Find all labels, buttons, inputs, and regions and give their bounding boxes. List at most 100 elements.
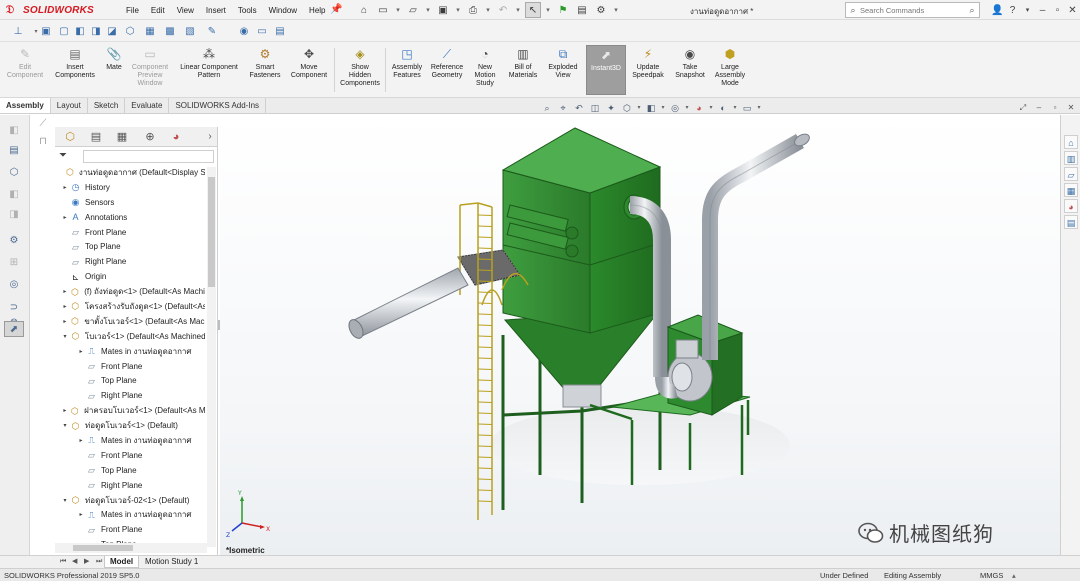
filter-input[interactable] xyxy=(83,150,214,163)
tab-sketch[interactable]: Sketch xyxy=(88,98,126,113)
expand-toggle-icon[interactable]: ▸ xyxy=(61,303,69,310)
custom-properties-icon[interactable]: ▤ xyxy=(1064,215,1078,229)
reference-geometry-button[interactable]: ⟋ Reference Geometry xyxy=(426,45,468,80)
chevron-down-icon[interactable]: ▾ xyxy=(636,101,642,115)
search-commands-box[interactable]: ⌕ Search Commands ⌕ xyxy=(845,2,980,18)
components-icon[interactable]: ⬡ xyxy=(4,165,24,181)
smart-fasteners-button[interactable]: ⚙ Smart Fasteners xyxy=(246,45,284,80)
view-shaded-icon[interactable]: ◧ xyxy=(72,23,88,39)
new-assembly-icon[interactable]: ◨ xyxy=(4,207,24,223)
tree-horizontal-scrollbar[interactable] xyxy=(55,543,207,553)
scroll-thumb[interactable] xyxy=(208,177,215,287)
menu-file[interactable]: File xyxy=(120,6,145,15)
expand-toggle-icon[interactable]: ▾ xyxy=(61,333,69,340)
chevron-down-icon[interactable]: ▾ xyxy=(684,101,690,115)
first-tab-arrow-icon[interactable]: ⏮ xyxy=(60,556,66,568)
pin-menu-icon[interactable]: 📌 xyxy=(330,4,342,16)
chevron-down-icon[interactable]: ▾ xyxy=(514,2,522,18)
tree-item[interactable]: ▸ ⬡ ฝาครอบโบเวอร์<1> (Default<As Ma xyxy=(55,403,205,418)
user-icon[interactable]: 👤 xyxy=(990,5,1005,16)
view-cube-icon[interactable]: ▩ xyxy=(162,23,178,39)
expand-toggle-icon[interactable]: ▸ xyxy=(77,437,85,444)
update-speedpak-button[interactable]: ⚡ Update Speedpak xyxy=(628,45,668,80)
tree-item[interactable]: ▱ Top Plane xyxy=(55,373,205,388)
feature-manager-tab-icon[interactable]: ⬡ xyxy=(61,129,79,145)
chevron-right-icon[interactable]: › xyxy=(201,129,217,145)
view-isometric-icon[interactable]: ⬡ xyxy=(122,23,138,39)
maximize-icon[interactable]: ▫ xyxy=(1050,5,1065,16)
component-preview-window-button[interactable]: ▭ Component Preview Window xyxy=(126,45,174,88)
menu-tools[interactable]: Tools xyxy=(232,6,263,15)
expand-toggle-icon[interactable]: ▸ xyxy=(61,288,69,295)
solidworks-logo[interactable]: 𝔇 SOLIDWORKS xyxy=(6,3,94,17)
home-icon[interactable]: ⌂ xyxy=(1064,135,1078,149)
close-viewport-icon[interactable]: ✕ xyxy=(1064,101,1078,114)
tree-item[interactable]: ⊾ Origin xyxy=(55,269,205,284)
tree-item[interactable]: ▱ Front Plane xyxy=(55,522,205,537)
menu-view[interactable]: View xyxy=(171,6,200,15)
edit-component-button[interactable]: ✎ Edit Component xyxy=(4,45,46,80)
view-wireframe-icon[interactable]: ◪ xyxy=(104,23,120,39)
linear-component-pattern-button[interactable]: ⁂ Linear Component Pattern xyxy=(176,45,242,80)
hide-show-items-icon[interactable]: ◎ xyxy=(668,101,682,115)
design-library-icon[interactable]: ▥ xyxy=(1064,151,1078,165)
apply-scene-icon[interactable]: ◐ xyxy=(716,101,730,115)
menu-help[interactable]: Help xyxy=(303,6,331,15)
tree-item[interactable]: ▸ ⎍ Mates in งานท่อดูดอากาศ xyxy=(55,507,205,522)
expand-toggle-icon[interactable]: ▸ xyxy=(61,407,69,414)
tree-item[interactable]: ▸ ◷ History xyxy=(55,180,205,195)
tree-item[interactable]: ▱ Right Plane xyxy=(55,478,205,493)
chevron-down-icon[interactable]: ▾ xyxy=(732,101,738,115)
mate-button[interactable]: 📎 Mate xyxy=(102,45,126,72)
tree-item[interactable]: ⬡ งานท่อดูดอากาศ (Default<Display State xyxy=(55,165,205,180)
dynamic-annotation-icon[interactable]: ✦ xyxy=(604,101,618,115)
rebuild-icon[interactable]: ⚑ xyxy=(555,2,571,18)
new-motion-study-button[interactable]: ◔ New Motion Study xyxy=(470,45,500,88)
mate-tools-icon[interactable]: ⚙ xyxy=(4,233,24,249)
tab-layout[interactable]: Layout xyxy=(51,98,88,113)
tab-evaluate[interactable]: Evaluate xyxy=(125,98,170,113)
tree-item[interactable]: ▸ ⬡ ขาตั้งโบเวอร์<1> (Default<As Mach xyxy=(55,314,205,329)
assembly-features-button[interactable]: ◳ Assembly Features xyxy=(388,45,426,80)
exploded-view-button[interactable]: ⧉ Exploded View xyxy=(544,45,582,80)
chevron-down-icon[interactable]: ▾ xyxy=(484,2,492,18)
select-cursor-icon[interactable]: ↖ xyxy=(525,2,541,18)
view-box-icon[interactable]: ▦ xyxy=(142,23,158,39)
minimize-icon[interactable]: – xyxy=(1035,5,1050,16)
tree-vertical-scrollbar[interactable] xyxy=(207,167,216,547)
expand-toggle-icon[interactable]: ▾ xyxy=(61,497,69,504)
search-input[interactable]: Search Commands xyxy=(860,6,965,15)
tree-item[interactable]: ▱ Front Plane xyxy=(55,359,205,374)
instant3d-toggle-icon[interactable]: ⬈ xyxy=(4,321,24,337)
menu-window[interactable]: Window xyxy=(263,6,303,15)
minimize-viewport-icon[interactable]: – xyxy=(1032,101,1046,114)
camera-icon[interactable]: ◉ xyxy=(236,23,252,39)
view-palette-icon[interactable]: ▦ xyxy=(1064,183,1078,197)
close-icon[interactable]: ✕ xyxy=(1065,5,1080,16)
property-manager-tab-icon[interactable]: ▤ xyxy=(87,129,105,145)
insert-part-icon[interactable]: ◧ xyxy=(4,123,24,139)
search-icon[interactable]: ⌕ xyxy=(965,5,979,16)
scroll-thumb[interactable] xyxy=(73,545,133,551)
zoom-to-area-icon[interactable]: ⌖ xyxy=(556,101,570,115)
expand-toggle-icon[interactable]: ▸ xyxy=(61,318,69,325)
layout-icon[interactable]: ▤ xyxy=(4,143,24,159)
move-component-button[interactable]: ✥ Move Component xyxy=(286,45,332,80)
tab-motion-study-1[interactable]: Motion Study 1 xyxy=(140,556,203,568)
display-style-icon[interactable]: ◧ xyxy=(644,101,658,115)
chevron-up-icon[interactable]: ▴ xyxy=(1012,570,1016,581)
tree-item[interactable]: ▱ Front Plane xyxy=(55,448,205,463)
tree-item[interactable]: ▾ ⬡ โบเวอร์<1> (Default<As Machined xyxy=(55,329,205,344)
view-orientation-icon[interactable]: ⬡ xyxy=(620,101,634,115)
view-section-icon[interactable]: ◨ xyxy=(88,23,104,39)
display-manager-tab-icon[interactable]: ◕ xyxy=(167,129,185,145)
home-icon[interactable]: ⌂ xyxy=(356,2,372,18)
smart-dimension-icon[interactable]: ⊓ xyxy=(32,133,54,151)
view-settings-icon[interactable]: ▭ xyxy=(740,101,754,115)
expand-toggle-icon[interactable]: ▸ xyxy=(77,348,85,355)
tab-assembly[interactable]: Assembly xyxy=(0,98,51,113)
chevron-down-icon[interactable]: ▾ xyxy=(708,101,714,115)
menu-insert[interactable]: Insert xyxy=(200,6,232,15)
chevron-down-icon[interactable]: ▾ xyxy=(756,101,762,115)
section-view-icon[interactable]: ◫ xyxy=(588,101,602,115)
